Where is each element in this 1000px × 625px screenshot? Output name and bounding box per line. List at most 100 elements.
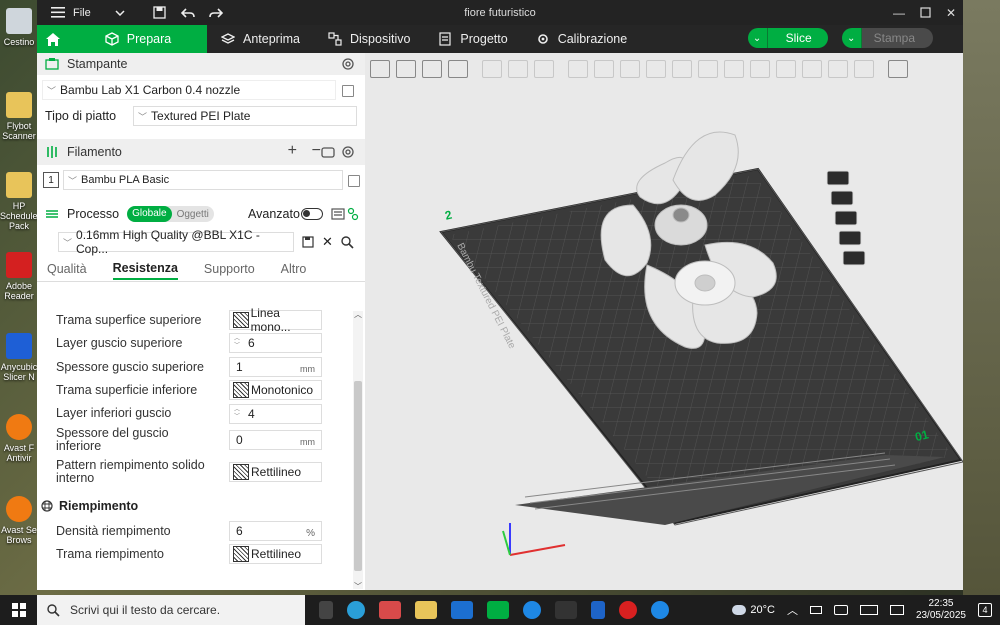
tab-altro[interactable]: Altro [281, 262, 307, 279]
maximize-icon[interactable] [919, 7, 931, 19]
close-icon[interactable]: ✕ [945, 6, 957, 20]
weather-widget[interactable]: 20°C [732, 604, 775, 616]
add-filament-button[interactable]: + [288, 142, 297, 160]
slice-button[interactable]: ⌄ Slice [747, 28, 828, 48]
edit-icon[interactable] [342, 85, 354, 97]
close-icon[interactable]: ✕ [322, 234, 333, 250]
mesh-boolean-icon[interactable] [698, 60, 718, 78]
home-icon[interactable] [37, 25, 69, 53]
top-shell-thickness-input[interactable]: 1 mm [229, 357, 322, 377]
file-explorer-icon[interactable] [415, 601, 437, 619]
spin-arrows-icon[interactable]: ︿ ﹀ [230, 336, 244, 350]
network-icon[interactable] [833, 605, 848, 615]
bambu-studio-taskbar-icon[interactable] [487, 601, 509, 619]
microsoft-store-icon[interactable] [379, 601, 401, 619]
delete-icon[interactable] [534, 60, 554, 78]
rotate-icon[interactable] [594, 60, 614, 78]
hamburger-menu-icon[interactable] [45, 7, 71, 18]
edge-icon[interactable] [523, 601, 541, 619]
advanced-toggle[interactable] [301, 208, 323, 220]
desktop-icon-avast-browser[interactable]: Avast Se Brows [0, 496, 38, 545]
desktop-icon-hp[interactable]: HP Scheduler Pack [0, 172, 41, 231]
process-preset-select[interactable]: ﹀ 0.16mm High Quality @BBL X1C - Cop... [58, 228, 294, 256]
paste-icon[interactable] [508, 60, 528, 78]
support-paint-icon[interactable] [724, 60, 744, 78]
chevron-down-icon[interactable]: ⌄ [747, 28, 768, 48]
view-cube-icon[interactable] [888, 60, 908, 78]
tab-supporto[interactable]: Supporto [204, 262, 255, 279]
print-button[interactable]: ⌄ Stampa [841, 28, 933, 48]
scrollbar-thumb[interactable] [354, 381, 362, 571]
cut-icon[interactable] [672, 60, 692, 78]
scale-icon[interactable] [620, 60, 640, 78]
chevron-up-icon[interactable]: ︿ [787, 602, 798, 618]
save-icon[interactable] [302, 236, 314, 248]
redo-icon[interactable] [205, 2, 227, 24]
add-object-icon[interactable] [370, 60, 390, 78]
infill-pattern-select[interactable]: Rettilineo [229, 544, 322, 564]
notifications-icon[interactable]: 4 [978, 603, 992, 617]
assembly-icon[interactable] [854, 60, 874, 78]
chevron-down-icon[interactable] [109, 2, 131, 24]
process-scope-toggle[interactable]: Globale Oggetti [127, 206, 214, 222]
minimize-icon[interactable]: — [893, 6, 905, 20]
tab-calibrazione[interactable]: Calibrazione [522, 25, 641, 53]
chevron-down-icon[interactable]: ⌄ [841, 28, 862, 48]
edit-icon[interactable] [348, 175, 360, 187]
windows-start-icon[interactable] [0, 603, 37, 617]
internal-solid-infill-select[interactable]: Rettilineo [229, 462, 322, 482]
measure-icon[interactable] [828, 60, 848, 78]
clock[interactable]: 22:35 23/05/2025 [916, 598, 966, 622]
grid-arrange-icon[interactable] [396, 60, 416, 78]
infill-density-input[interactable]: 6 % [229, 521, 322, 541]
plate-type-select[interactable]: ﹀ Textured PEI Plate [133, 106, 357, 126]
desktop-icon-recycle-bin[interactable]: Cestino [0, 8, 38, 47]
desktop-icon-flybot[interactable]: Flybot Scanner [0, 92, 38, 141]
spin-arrows-icon[interactable]: ︿ ﹀ [230, 407, 244, 421]
remove-filament-button[interactable]: − [312, 142, 321, 160]
save-icon[interactable] [149, 2, 171, 24]
list-icon[interactable] [331, 207, 345, 221]
sync-icon[interactable] [321, 145, 335, 159]
search-icon[interactable] [341, 235, 354, 249]
copy-icon[interactable] [482, 60, 502, 78]
orient-icon[interactable] [422, 60, 442, 78]
desktop-icon-adobe[interactable]: Adobe Reader [0, 252, 38, 301]
filament-select[interactable]: ﹀ Bambu PLA Basic [63, 170, 343, 190]
tab-prepara[interactable]: Prepara [69, 25, 207, 53]
tab-dispositivo[interactable]: Dispositivo [314, 25, 424, 53]
lay-on-face-icon[interactable] [646, 60, 666, 78]
top-shell-layers-input[interactable]: ︿ ﹀ 6 [229, 333, 322, 353]
bottom-shell-layers-input[interactable]: ︿ ﹀ 4 [229, 404, 322, 424]
settings-icon[interactable] [341, 145, 355, 159]
move-icon[interactable] [568, 60, 588, 78]
settings-icon[interactable] [341, 57, 355, 71]
help-icon[interactable] [651, 601, 669, 619]
file-menu[interactable]: File [73, 7, 91, 19]
display-icon[interactable] [889, 605, 904, 615]
tab-resistenza[interactable]: Resistenza [112, 261, 178, 280]
undo-icon[interactable] [177, 2, 199, 24]
color-paint-icon[interactable] [802, 60, 822, 78]
app-s-icon[interactable] [555, 601, 577, 619]
keyboard-icon[interactable] [859, 605, 878, 615]
tab-progetto[interactable]: Progetto [424, 25, 521, 53]
seam-paint-icon[interactable] [750, 60, 770, 78]
settings-scrollbar[interactable]: ︿ ﹀ [353, 310, 363, 590]
3d-viewport[interactable]: Bambu Textured PEI Plate 01 2 [365, 53, 963, 590]
bottom-surface-pattern-select[interactable]: Monotonico [229, 380, 322, 400]
text-icon[interactable] [776, 60, 796, 78]
plate-icon[interactable] [448, 60, 468, 78]
desktop-icon-anycubic[interactable]: Anycubic Slicer N [0, 333, 38, 382]
printer-preset-select[interactable]: ﹀ Bambu Lab X1 Carbon 0.4 nozzle [42, 80, 336, 100]
filament-slot-number[interactable]: 1 [43, 172, 59, 188]
desktop-icon-avast[interactable]: Avast F Antivir [0, 414, 38, 463]
battery-icon[interactable] [809, 606, 822, 614]
bottom-shell-thickness-input[interactable]: 0 mm [229, 430, 322, 450]
tab-qualita[interactable]: Qualità [47, 262, 87, 279]
opera-icon[interactable] [619, 601, 637, 619]
compare-icon[interactable] [347, 207, 359, 221]
task-view-icon[interactable] [319, 601, 333, 619]
bluetooth-icon[interactable] [591, 601, 605, 619]
tab-anteprima[interactable]: Anteprima [207, 25, 314, 53]
